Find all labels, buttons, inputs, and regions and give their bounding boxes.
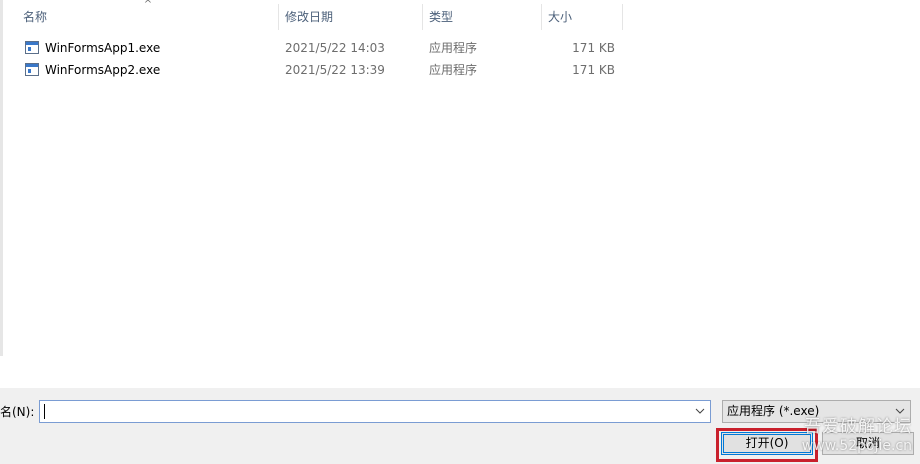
file-modified: 2021/5/22 13:39 bbox=[285, 63, 385, 77]
column-divider[interactable] bbox=[541, 4, 542, 30]
column-divider[interactable] bbox=[622, 4, 623, 30]
column-header-size[interactable]: 大小 bbox=[543, 0, 621, 34]
file-modified: 2021/5/22 14:03 bbox=[285, 41, 385, 55]
file-size: 171 KB bbox=[572, 41, 615, 55]
chevron-down-icon[interactable] bbox=[690, 401, 710, 422]
exe-icon bbox=[25, 63, 39, 76]
file-name: WinFormsApp2.exe bbox=[45, 63, 161, 77]
chevron-down-icon bbox=[892, 401, 908, 422]
column-divider[interactable] bbox=[278, 4, 279, 30]
column-header-row: 名称 ^ 修改日期 类型 大小 bbox=[0, 0, 920, 34]
exe-icon bbox=[25, 41, 39, 54]
dialog-bottom-bar: 名(N): 应用程序 (*.exe) 取消 打开(O) bbox=[0, 388, 920, 464]
file-row[interactable]: WinFormsApp1.exe 2021/5/22 14:03 应用程序 17… bbox=[0, 37, 920, 59]
sort-ascending-icon: ^ bbox=[143, 0, 153, 10]
column-header-type[interactable]: 类型 bbox=[424, 0, 541, 34]
file-name: WinFormsApp1.exe bbox=[45, 41, 161, 55]
filename-combobox[interactable] bbox=[39, 400, 711, 423]
filename-input[interactable] bbox=[40, 401, 698, 422]
open-button[interactable]: 打开(O) bbox=[721, 432, 813, 455]
file-list-pane: 名称 ^ 修改日期 类型 大小 WinFormsApp1.exe 2021/5/… bbox=[0, 0, 920, 388]
column-divider[interactable] bbox=[422, 4, 423, 30]
file-type: 应用程序 bbox=[429, 41, 478, 55]
text-caret bbox=[44, 404, 45, 419]
file-type-filter-select[interactable]: 应用程序 (*.exe) bbox=[722, 400, 911, 423]
filename-label: 名(N): bbox=[0, 405, 35, 419]
file-row[interactable]: WinFormsApp2.exe 2021/5/22 13:39 应用程序 17… bbox=[0, 59, 920, 81]
file-type-filter-value: 应用程序 (*.exe) bbox=[727, 404, 820, 418]
column-header-modified[interactable]: 修改日期 bbox=[280, 0, 422, 34]
file-type: 应用程序 bbox=[429, 63, 478, 77]
file-size: 171 KB bbox=[572, 63, 615, 77]
cancel-button[interactable]: 取消 bbox=[822, 432, 914, 455]
